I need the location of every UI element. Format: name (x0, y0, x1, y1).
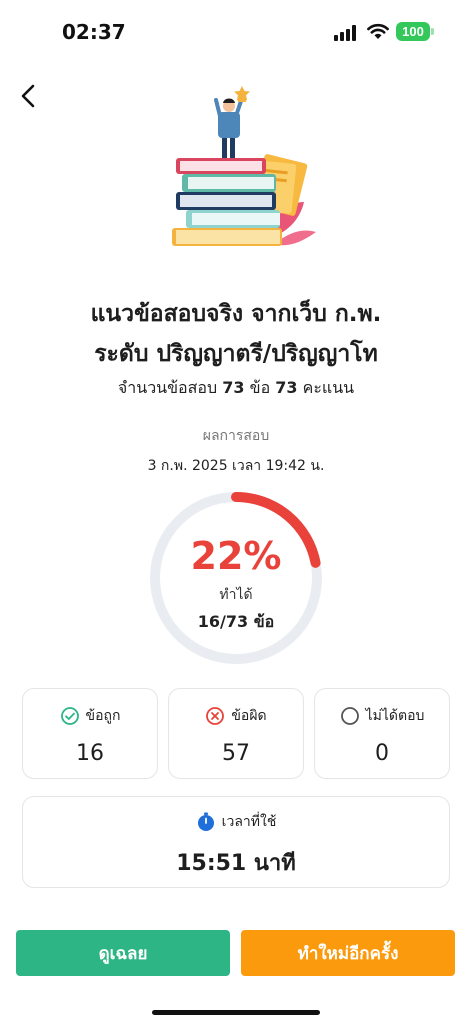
home-indicator (152, 1010, 320, 1015)
time-used-value: 15:51 นาที (176, 851, 296, 876)
battery-cap (431, 28, 434, 35)
exam-title-line2: ระดับ ปริญญาตรี/ปริญญาโท (94, 341, 378, 367)
exam-info-suffix: คะแนน (297, 378, 355, 397)
unanswered-label: ไม่ได้ตอบ (365, 708, 425, 724)
x-circle-icon (206, 707, 225, 725)
result-datetime: 3 ก.พ. 2025 เวลา 19:42 น. (147, 458, 325, 474)
wrong-stat-card: ข้อผิด 57 (168, 688, 304, 779)
check-circle-icon (60, 707, 79, 725)
chevron-left-icon (21, 84, 35, 108)
result-label: ผลการสอบ (202, 428, 270, 444)
wrong-label: ข้อผิด (231, 708, 267, 724)
exam-info: จำนวนข้อสอบ 73 ข้อ 73 คะแนน (0, 376, 472, 401)
score-progress-ring (150, 492, 322, 664)
score-percent: 22% (190, 534, 282, 578)
unanswered-stat-card: ไม่ได้ตอบ 0 (314, 688, 450, 779)
exam-title-line1: แนวข้อสอบจริง จากเว็บ ก.พ. (90, 301, 382, 327)
back-button[interactable] (12, 80, 44, 112)
correct-stat-card: ข้อถูก 16 (22, 688, 158, 779)
status-time: 02:37 (62, 20, 126, 44)
correct-count-text: 16/73 ข้อ (197, 612, 275, 631)
trophy-books-illustration (172, 86, 316, 246)
time-used-label: เวลาที่ใช้ (221, 814, 277, 830)
done-label: ทำได้ (219, 587, 253, 603)
question-count: 73 (222, 378, 245, 397)
wrong-value: 57 (222, 741, 250, 766)
score-total: 73 (275, 378, 298, 397)
exam-info-prefix: จำนวนข้อสอบ (117, 378, 223, 397)
exam-info-mid: ข้อ (244, 378, 276, 397)
correct-value: 16 (76, 741, 104, 766)
retry-button[interactable]: ทำใหม่อีกครั้ง (241, 930, 455, 976)
view-answers-button[interactable]: ดูเฉลย (16, 930, 230, 976)
stopwatch-icon (197, 812, 214, 831)
status-bar: 02:37 100 (0, 0, 472, 64)
battery-indicator: 100 (396, 22, 430, 41)
unanswered-value: 0 (375, 741, 389, 766)
time-used-card: เวลาที่ใช้ 15:51 นาที (22, 796, 450, 888)
empty-circle-icon (340, 707, 359, 725)
correct-label: ข้อถูก (85, 708, 121, 724)
cellular-signal-icon (334, 25, 356, 41)
wifi-icon (367, 23, 389, 39)
